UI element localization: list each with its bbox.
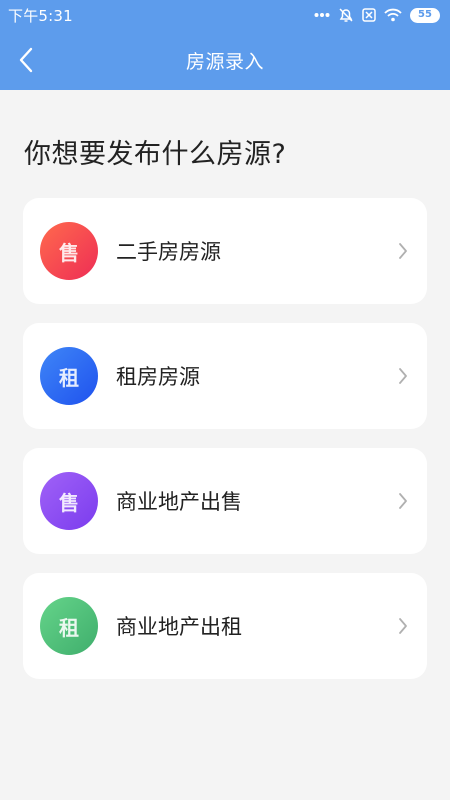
page-title: 房源录入: [185, 50, 264, 73]
chevron-right-icon: [395, 492, 411, 510]
battery-level: 55: [418, 9, 432, 20]
wifi-icon: [384, 8, 402, 22]
battery-icon: 55: [410, 7, 440, 23]
option-badge: 租: [40, 347, 98, 405]
back-button[interactable]: [6, 40, 46, 80]
option-label: 商业地产出租: [116, 615, 242, 639]
chevron-right-icon: [395, 617, 411, 635]
option-label: 二手房房源: [116, 240, 221, 264]
status-time: 下午5:31: [8, 6, 73, 25]
option-badge: 售: [40, 472, 98, 530]
no-sim-icon: [362, 8, 376, 22]
option-card[interactable]: 租租房房源: [23, 323, 427, 429]
more-dots-icon: [314, 13, 330, 17]
chevron-right-icon: [395, 242, 411, 260]
option-card[interactable]: 租商业地产出租: [23, 573, 427, 679]
question-heading: 你想要发布什么房源?: [24, 139, 287, 170]
status-bar: 下午5:31 55: [0, 0, 450, 30]
option-card[interactable]: 售商业地产出售: [23, 448, 427, 554]
chevron-right-icon: [395, 367, 411, 385]
mute-icon: [339, 8, 353, 22]
status-icons: 55: [314, 7, 440, 23]
chevron-left-icon: [19, 47, 33, 73]
option-label: 商业地产出售: [116, 490, 242, 514]
option-card[interactable]: 售二手房房源: [23, 198, 427, 304]
nav-bar: 房源录入: [0, 30, 450, 90]
option-badge: 售: [40, 222, 98, 280]
option-label: 租房房源: [116, 365, 200, 389]
option-badge: 租: [40, 597, 98, 655]
